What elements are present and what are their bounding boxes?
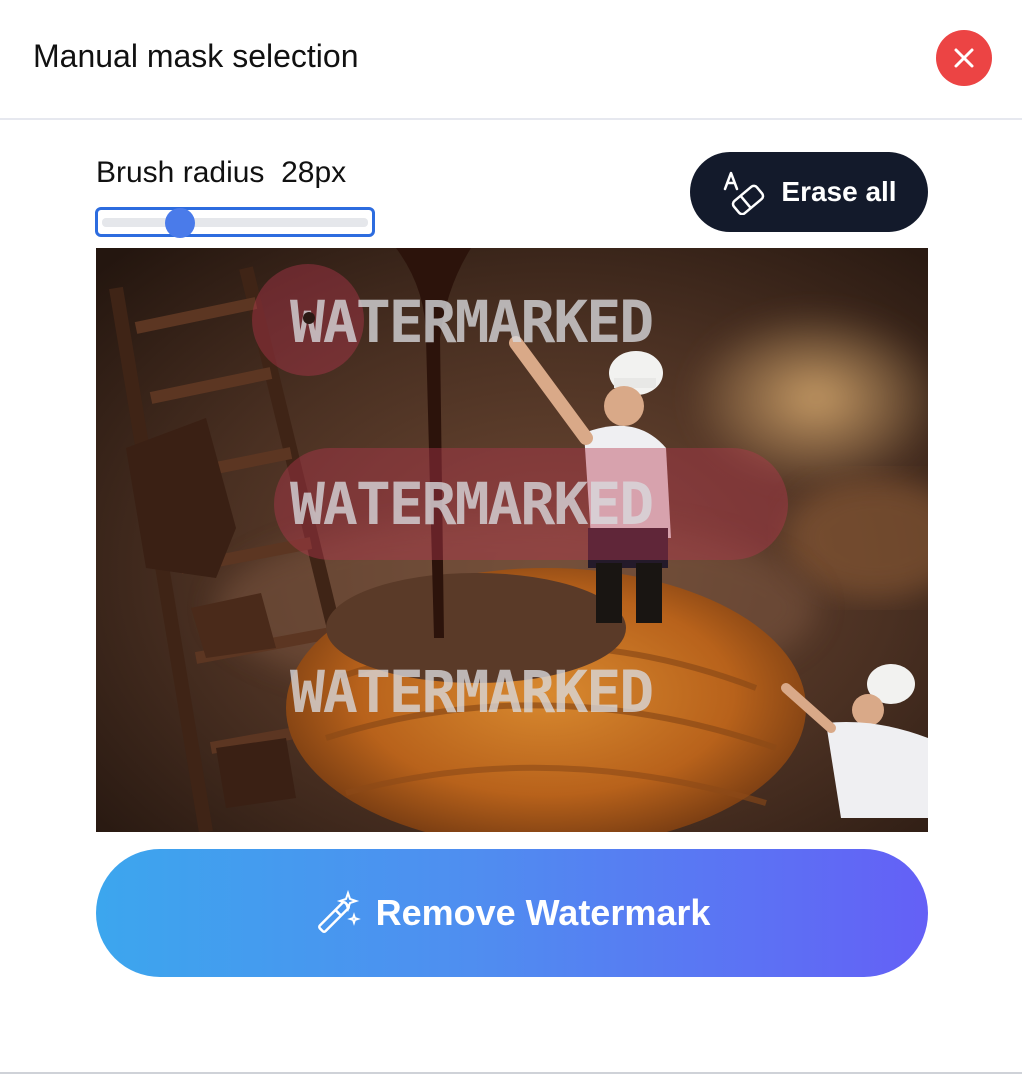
mask-canvas[interactable]: WATERMARKED WATERMARKED WATERMARKED [96,248,928,832]
eraser-icon [724,171,765,215]
brush-radius-label: Brush radius 28px [96,156,346,190]
dialog-header: Manual mask selection [0,0,1022,120]
brush-radius-text: Brush radius [96,156,265,189]
dialog-title: Manual mask selection [33,38,359,74]
watermark-text-3: WATERMARKED [290,658,652,726]
brush-radius-value: 28px [281,156,347,189]
remove-watermark-label: Remove Watermark [375,892,711,933]
watermark-text-1: WATERMARKED [290,288,652,356]
slider-thumb[interactable] [165,208,196,238]
slider-track[interactable] [102,218,368,227]
erase-all-button[interactable]: Erase all [690,152,928,232]
magic-wand-icon [317,889,361,933]
erase-all-label: Erase all [781,176,897,207]
remove-watermark-button[interactable]: Remove Watermark [96,849,928,977]
watermark-layer: WATERMARKED WATERMARKED WATERMARKED [290,288,654,726]
close-icon [954,48,974,68]
close-button[interactable] [936,30,992,86]
watermark-text-2: WATERMARKED [290,470,652,538]
brush-cursor [303,312,315,324]
brush-radius-slider[interactable] [95,207,375,238]
